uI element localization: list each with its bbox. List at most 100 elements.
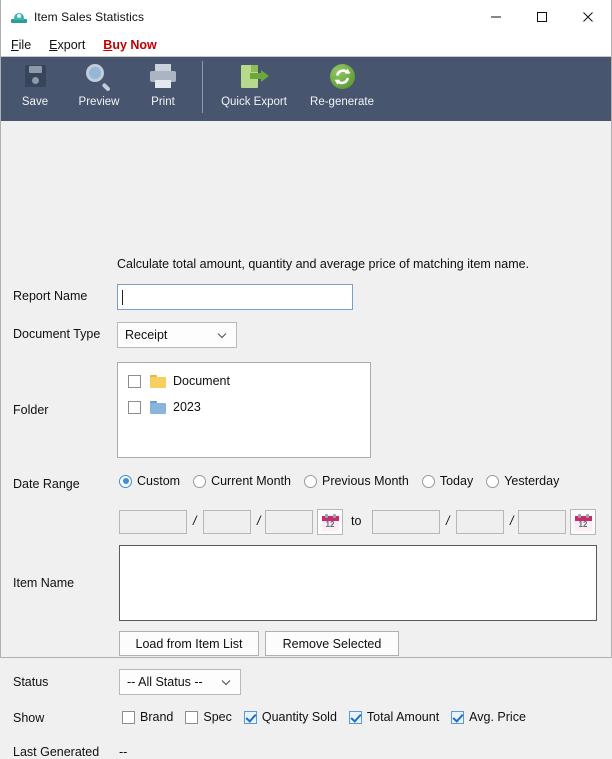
show-option-label: Spec bbox=[203, 710, 232, 724]
maximize-button[interactable] bbox=[519, 0, 565, 33]
close-icon bbox=[583, 11, 593, 22]
refresh-circle-icon bbox=[325, 62, 359, 94]
date-range-option-today[interactable]: Today bbox=[421, 474, 474, 488]
document-type-select[interactable]: Receipt bbox=[117, 322, 237, 348]
date-range-option-label: Today bbox=[439, 474, 474, 488]
window-title: Item Sales Statistics bbox=[34, 9, 145, 24]
radio-current-month[interactable] bbox=[193, 474, 207, 488]
radio-today[interactable] bbox=[421, 474, 435, 488]
date-range-option-custom[interactable]: Custom bbox=[119, 474, 180, 488]
magnifier-icon bbox=[82, 62, 116, 94]
radio-yesterday[interactable] bbox=[486, 474, 500, 488]
minimize-button[interactable] bbox=[473, 0, 519, 33]
checkbox-spec[interactable] bbox=[185, 710, 199, 724]
show-option-label: Avg. Price bbox=[469, 710, 526, 724]
date-to-part2-input[interactable] bbox=[456, 510, 504, 534]
menu-buy-now[interactable]: Buy Now bbox=[101, 37, 158, 53]
radio-previous-month[interactable] bbox=[303, 474, 317, 488]
report-name-input[interactable] bbox=[117, 284, 353, 310]
folder-label: Folder bbox=[13, 403, 49, 417]
menu-bar: File Export Buy Now bbox=[1, 33, 611, 57]
show-checkbox-group: Brand Spec Quantity Sold Total Amount Av… bbox=[122, 710, 538, 724]
calendar-day-number: 12 bbox=[325, 519, 335, 529]
date-from-calendar-button[interactable]: 12 bbox=[317, 509, 343, 535]
folder-checkbox-document[interactable] bbox=[128, 374, 141, 388]
date-range-option-label: Current Month bbox=[211, 474, 291, 488]
checkbox-brand[interactable] bbox=[122, 710, 135, 724]
menu-buy-now-label-rest: uy Now bbox=[112, 37, 157, 52]
toolbar-print-button[interactable]: Print bbox=[131, 57, 195, 119]
show-option-total-amount[interactable]: Total Amount bbox=[348, 710, 440, 724]
menu-export[interactable]: Export bbox=[47, 37, 87, 53]
maximize-icon bbox=[537, 11, 547, 22]
show-option-label: Total Amount bbox=[366, 710, 440, 724]
document-type-value: Receipt bbox=[125, 328, 168, 342]
menu-file[interactable]: File bbox=[9, 37, 33, 53]
printer-icon bbox=[146, 62, 180, 94]
date-range-option-label: Yesterday bbox=[504, 474, 560, 488]
chevron-down-icon bbox=[217, 328, 227, 342]
date-from-part2-input[interactable] bbox=[203, 510, 251, 534]
date-range-option-previous-month[interactable]: Previous Month bbox=[303, 474, 409, 488]
toolbar-regenerate-label: Re-generate bbox=[310, 96, 374, 108]
last-generated-value: -- bbox=[119, 745, 128, 759]
checkbox-total-amount[interactable] bbox=[348, 710, 362, 724]
date-to-calendar-button[interactable]: 12 bbox=[570, 509, 596, 535]
date-range-option-label: Custom bbox=[137, 474, 181, 488]
date-from-part3-input[interactable] bbox=[265, 510, 313, 534]
date-to-part1-input[interactable] bbox=[372, 510, 440, 534]
show-option-avg-price[interactable]: Avg. Price bbox=[451, 710, 526, 724]
checkbox-avg-price[interactable] bbox=[451, 710, 465, 724]
title-bar: Item Sales Statistics bbox=[1, 0, 611, 33]
calendar-day-number: 12 bbox=[578, 519, 588, 529]
date-range-label: Date Range bbox=[13, 477, 80, 491]
toolbar-save-label: Save bbox=[21, 96, 49, 108]
toolbar-save-button[interactable]: Save bbox=[3, 57, 67, 119]
menu-file-label-rest: ile bbox=[18, 37, 32, 52]
toolbar-quick-export-button[interactable]: Quick Export bbox=[210, 57, 298, 119]
form-panel: Calculate total amount, quantity and ave… bbox=[1, 121, 611, 759]
folder-tree[interactable]: Document 2023 bbox=[117, 362, 371, 458]
date-range-option-yesterday[interactable]: Yesterday bbox=[486, 474, 559, 488]
last-generated-label: Last Generated bbox=[13, 745, 100, 759]
remove-selected-button[interactable]: Remove Selected bbox=[265, 631, 399, 656]
toolbar-print-label: Print bbox=[151, 96, 175, 108]
item-name-listbox[interactable] bbox=[119, 545, 597, 621]
show-option-quantity-sold[interactable]: Quantity Sold bbox=[243, 710, 337, 724]
toolbar-preview-button[interactable]: Preview bbox=[67, 57, 131, 119]
date-to-separator-1: / bbox=[446, 514, 450, 528]
toolbar-regenerate-button[interactable]: Re-generate bbox=[298, 57, 386, 119]
load-from-item-list-button[interactable]: Load from Item List bbox=[119, 631, 259, 656]
folder-checkbox-2023[interactable] bbox=[128, 400, 141, 414]
export-page-arrow-icon bbox=[237, 62, 271, 94]
form-hint: Calculate total amount, quantity and ave… bbox=[117, 257, 530, 271]
show-option-label: Quantity Sold bbox=[261, 710, 337, 724]
status-select[interactable]: -- All Status -- bbox=[119, 669, 241, 695]
folder-tree-item[interactable]: Document bbox=[128, 370, 370, 392]
show-label: Show bbox=[13, 711, 45, 725]
checkbox-quantity-sold[interactable] bbox=[243, 710, 257, 724]
menu-export-label-rest: xport bbox=[57, 37, 86, 52]
minimize-icon bbox=[491, 16, 501, 17]
item-name-label: Item Name bbox=[13, 576, 75, 590]
show-option-brand[interactable]: Brand bbox=[122, 710, 173, 724]
date-from-separator-1: / bbox=[193, 514, 197, 528]
calendar-icon: 12 bbox=[321, 513, 339, 531]
toolbar-preview-label: Preview bbox=[78, 96, 120, 108]
date-range-option-current-month[interactable]: Current Month bbox=[193, 474, 291, 488]
folder-icon-blue bbox=[150, 400, 166, 414]
app-icon bbox=[11, 9, 27, 25]
date-from-part1-input[interactable] bbox=[119, 510, 187, 534]
folder-item-label: 2023 bbox=[173, 400, 201, 414]
radio-custom[interactable] bbox=[119, 474, 132, 488]
date-to-part3-input[interactable] bbox=[518, 510, 566, 534]
floppy-disk-icon bbox=[18, 62, 52, 94]
show-option-spec[interactable]: Spec bbox=[185, 710, 232, 724]
close-button[interactable] bbox=[565, 0, 611, 33]
folder-item-label: Document bbox=[173, 374, 230, 388]
window-controls bbox=[473, 0, 611, 33]
calendar-icon: 12 bbox=[574, 513, 592, 531]
toolbar: Save Preview Print Quick Export Re-gener… bbox=[1, 57, 611, 121]
date-range-radio-group: Custom Current Month Previous Month Toda… bbox=[119, 474, 572, 488]
folder-tree-item[interactable]: 2023 bbox=[128, 396, 370, 418]
